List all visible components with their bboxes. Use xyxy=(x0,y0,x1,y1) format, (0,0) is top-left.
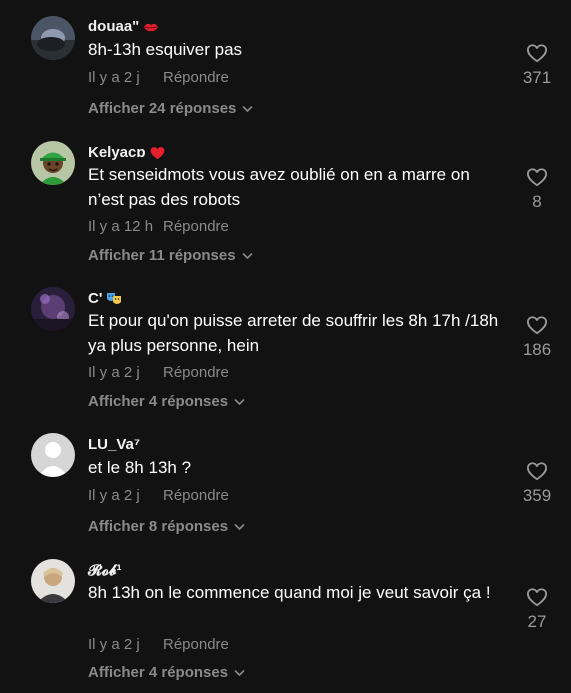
username[interactable]: 𝓡𝓸𝓫¹ xyxy=(88,562,122,579)
reply-button[interactable]: Répondre xyxy=(163,487,229,504)
comment-text: Et senseidmots vous avez oublié on en a … xyxy=(88,165,470,209)
chevron-down-icon xyxy=(242,252,253,260)
comment-text: 8h-13h esquiver pas xyxy=(88,40,243,59)
view-replies-button[interactable]: Afficher 4 réponses xyxy=(88,664,245,681)
chevron-down-icon xyxy=(234,398,245,406)
view-replies-button[interactable]: Afficher 11 réponses xyxy=(88,247,253,264)
comment-timestamp: Il y a 12 h xyxy=(88,218,154,235)
view-replies-button[interactable]: Afficher 4 réponses xyxy=(88,393,245,410)
like-control: 371 xyxy=(512,43,562,88)
heart-icon[interactable] xyxy=(512,43,562,63)
like-count: 371 xyxy=(522,68,552,87)
avatar[interactable] xyxy=(31,287,75,331)
username[interactable]: LU_Va⁷ xyxy=(88,436,140,453)
chevron-down-icon xyxy=(242,105,253,113)
comment-timestamp: Il y a 2 j xyxy=(88,636,140,653)
comment-text: 8h 13h on le commence quand moi je veut … xyxy=(88,583,491,602)
view-replies-label: Afficher 24 réponses xyxy=(88,100,237,117)
view-replies-label: Afficher 8 réponses xyxy=(88,518,229,535)
chevron-down-icon xyxy=(234,669,245,677)
reply-button[interactable]: Répondre xyxy=(163,218,229,235)
red-lips-emoji-icon xyxy=(143,21,159,33)
comment-timestamp: Il y a 2 j xyxy=(88,487,140,504)
chevron-down-icon xyxy=(234,523,245,531)
avatar[interactable] xyxy=(31,433,75,477)
like-control: 186 xyxy=(512,315,562,360)
reply-button[interactable]: Répondre xyxy=(163,69,229,86)
reply-button[interactable]: Répondre xyxy=(163,636,229,653)
like-count: 186 xyxy=(522,340,552,359)
comments-list: douaa" 8h-13h esquiver pas Il y a 2 j Rép… xyxy=(0,0,571,693)
reply-button[interactable]: Répondre xyxy=(163,364,229,381)
comment-timestamp: Il y a 2 j xyxy=(88,69,140,86)
avatar[interactable] xyxy=(31,141,75,185)
theater-masks-emoji-icon xyxy=(106,291,122,307)
username[interactable]: C' xyxy=(88,290,102,307)
avatar[interactable] xyxy=(31,559,75,603)
comment-text: Et pour qu'on puisse arreter de souffrir… xyxy=(88,311,499,355)
view-replies-label: Afficher 11 réponses xyxy=(88,247,236,264)
heart-icon[interactable] xyxy=(512,167,562,187)
like-control: 8 xyxy=(512,167,562,212)
username[interactable]: douaa" xyxy=(88,18,139,35)
like-control: 27 xyxy=(512,587,562,632)
like-count: 8 xyxy=(532,192,542,211)
like-count: 27 xyxy=(527,612,547,631)
like-count: 359 xyxy=(522,486,552,505)
view-replies-button[interactable]: Afficher 8 réponses xyxy=(88,518,245,535)
comment-timestamp: Il y a 2 j xyxy=(88,364,140,381)
view-replies-button[interactable]: Afficher 24 réponses xyxy=(88,100,253,117)
heart-icon[interactable] xyxy=(512,461,562,481)
red-heart-emoji-icon xyxy=(150,146,165,160)
view-replies-label: Afficher 4 réponses xyxy=(88,664,229,681)
comment-text: et le 8h 13h ? xyxy=(88,458,192,477)
view-replies-label: Afficher 4 réponses xyxy=(88,393,229,410)
heart-icon[interactable] xyxy=(512,315,562,335)
like-control: 359 xyxy=(512,461,562,506)
username[interactable]: Kelyacɒ xyxy=(88,144,146,161)
heart-icon[interactable] xyxy=(512,587,562,607)
avatar[interactable] xyxy=(31,16,75,60)
